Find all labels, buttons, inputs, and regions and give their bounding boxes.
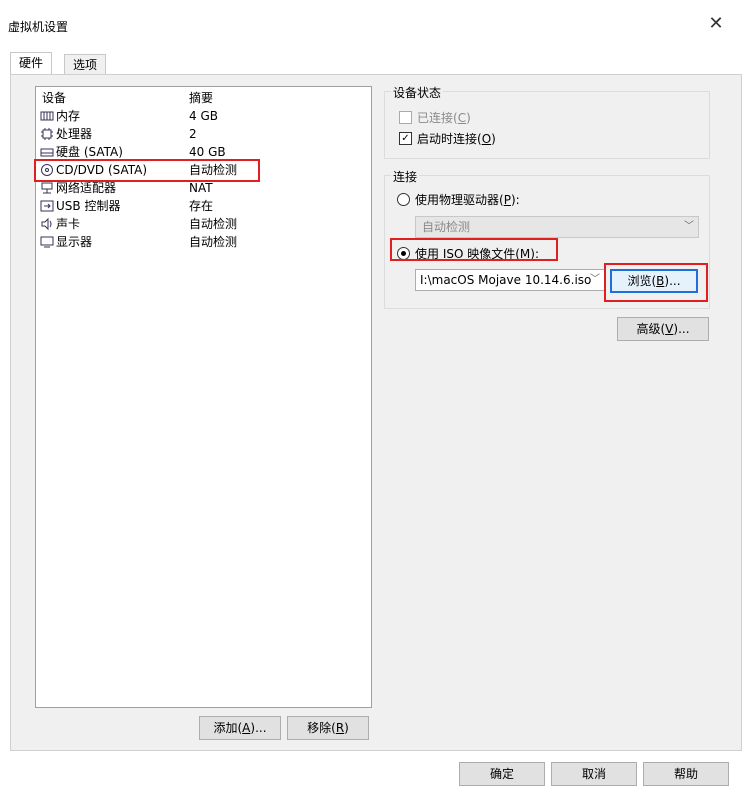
device-row-display[interactable]: 显示器 自动检测 (36, 233, 366, 251)
browse-button-text: 浏览 (627, 274, 652, 288)
harddisk-icon (40, 148, 54, 157)
device-summary: 40 GB (189, 145, 226, 159)
connected-key: C (457, 111, 467, 125)
chevron-down-icon: ﹀ (684, 221, 694, 232)
device-summary: NAT (189, 181, 213, 195)
title-bar: 虚拟机设置 ✕ (0, 0, 750, 44)
physical-drive-select: 自动检测 ﹀ (415, 216, 699, 238)
connect-at-power-on-label: 启动时连接(O) (417, 132, 496, 146)
connect-at-power-on-checkbox[interactable]: ✓ (399, 132, 412, 145)
cd-dvd-icon (41, 164, 53, 176)
iso-image-suffix: : (534, 247, 540, 261)
iso-image-text: 使用 ISO 映像文件 (415, 247, 516, 261)
memory-icon (40, 111, 54, 121)
connect-at-power-on-text: 启动时连接 (417, 132, 478, 146)
browse-button[interactable]: 浏览(B)... (610, 269, 698, 293)
advanced-button-text: 高级 (636, 322, 661, 336)
cancel-button[interactable]: 取消 (551, 762, 637, 786)
remove-button-key: R (335, 721, 345, 735)
device-status-title: 设备状态 (391, 84, 444, 101)
ok-button[interactable]: 确定 (459, 762, 545, 786)
cpu-icon (41, 128, 53, 140)
connected-checkbox[interactable] (399, 111, 412, 124)
device-row-network[interactable]: 网络适配器 NAT (36, 179, 366, 197)
device-summary: 存在 (189, 199, 214, 213)
browse-button-key: B (656, 274, 665, 288)
iso-image-key: M (519, 247, 531, 261)
device-name: 网络适配器 (56, 181, 117, 195)
iso-path-combobox[interactable]: I:\macOS Mojave 10.14.6.iso ﹀ (415, 269, 605, 291)
physical-drive-radio[interactable] (397, 193, 410, 206)
device-name: CD/DVD (SATA) (56, 163, 148, 177)
physical-drive-label: 使用物理驱动器(P): (415, 193, 520, 207)
advanced-button-suffix: ... (678, 322, 690, 336)
device-row-harddisk[interactable]: 硬盘 (SATA) 40 GB (36, 143, 366, 161)
connection-title: 连接 (391, 168, 420, 185)
chevron-down-icon: ﹀ (590, 274, 600, 285)
device-name: 声卡 (56, 217, 81, 231)
physical-drive-key: P (503, 193, 511, 207)
sound-icon (41, 217, 52, 231)
connect-at-power-on-key: O (481, 132, 492, 146)
iso-image-radio[interactable] (397, 247, 410, 260)
window-title: 虚拟机设置 (8, 20, 69, 34)
device-row-memory[interactable]: 内存 4 GB (36, 107, 366, 125)
column-header-device: 设备 (42, 91, 67, 105)
tab-strip: 硬件 选项 (10, 52, 740, 76)
connected-text: 已连接 (417, 111, 454, 125)
iso-image-label: 使用 ISO 映像文件(M): (415, 247, 540, 261)
device-name: USB 控制器 (56, 199, 121, 213)
device-list[interactable]: 设备 摘要 内存 4 GB 处理器 2 硬盘 (SATA) 40 GB CD/D… (35, 86, 372, 708)
add-button-suffix: ... (255, 721, 267, 735)
device-summary: 4 GB (189, 109, 218, 123)
add-button-text: 添加 (213, 721, 238, 735)
add-button[interactable]: 添加(A)... (199, 716, 281, 740)
close-icon[interactable]: ✕ (706, 14, 726, 34)
device-row-processor[interactable]: 处理器 2 (36, 125, 366, 143)
help-button[interactable]: 帮助 (643, 762, 729, 786)
device-name: 硬盘 (SATA) (56, 145, 123, 159)
add-button-key: A (242, 721, 251, 735)
device-name: 处理器 (56, 127, 93, 141)
physical-drive-value: 自动检测 (422, 220, 471, 234)
device-name: 内存 (56, 109, 81, 123)
iso-path-value: I:\macOS Mojave 10.14.6.iso (420, 273, 592, 287)
tab-options[interactable]: 选项 (64, 54, 107, 75)
display-icon (40, 236, 54, 248)
advanced-button-key: V (665, 322, 674, 336)
device-list-header: 设备 摘要 (36, 89, 366, 107)
device-status-group: 设备状态 已连接(C) ✓ 启动时连接(O) (384, 84, 710, 159)
device-summary: 自动检测 (189, 235, 238, 249)
connected-label: 已连接(C) (417, 111, 471, 125)
physical-drive-text: 使用物理驱动器 (415, 193, 500, 207)
column-header-summary: 摘要 (189, 91, 214, 105)
device-summary: 自动检测 (189, 163, 238, 177)
connection-group: 连接 使用物理驱动器(P): 自动检测 ﹀ 使用 ISO 映像文件(M): I:… (384, 168, 710, 309)
device-row-usb[interactable]: USB 控制器 存在 (36, 197, 366, 215)
usb-icon (40, 200, 54, 212)
device-row-cd-dvd[interactable]: CD/DVD (SATA) 自动检测 (36, 161, 256, 179)
device-summary: 2 (189, 127, 197, 141)
device-row-sound[interactable]: 声卡 自动检测 (36, 215, 366, 233)
remove-button-text: 移除 (307, 721, 332, 735)
advanced-button[interactable]: 高级(V)... (617, 317, 709, 341)
tab-hardware[interactable]: 硬件 (10, 52, 53, 75)
browse-button-suffix: ... (669, 274, 681, 288)
physical-drive-suffix: : (515, 193, 520, 207)
device-summary: 自动检测 (189, 217, 238, 231)
device-name: 显示器 (56, 235, 93, 249)
network-icon (41, 182, 53, 194)
remove-button[interactable]: 移除(R) (287, 716, 369, 740)
